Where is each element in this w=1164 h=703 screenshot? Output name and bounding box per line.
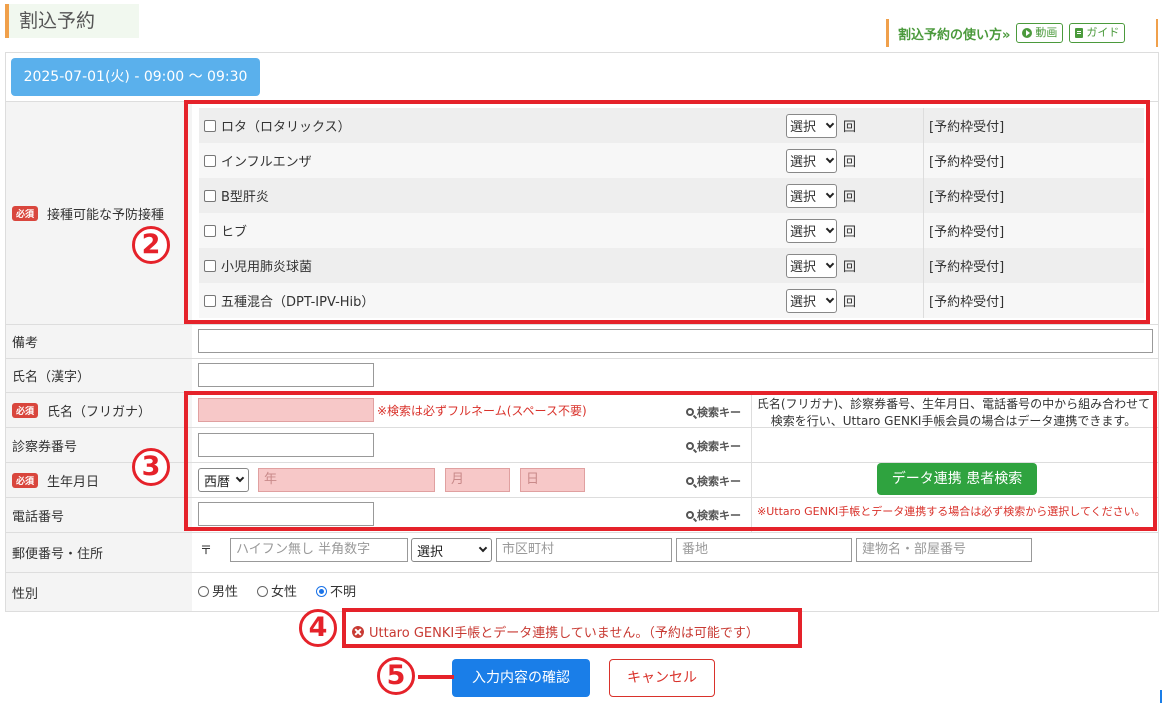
radio-male[interactable]: [198, 586, 209, 597]
name-kanji-label-text: 氏名（漢字）: [12, 370, 91, 385]
slot-datetime-button[interactable]: 2025-07-01(火) - 09:00 〜 09:30: [11, 58, 260, 96]
gender-female-option[interactable]: 女性: [257, 581, 297, 600]
book-icon: [1075, 28, 1084, 38]
birthdate-label-text: 生年月日: [47, 474, 100, 490]
annotation-number-4: 4: [299, 609, 337, 647]
address-label: 郵便番号・住所: [6, 533, 192, 572]
gender-label-text: 性別: [12, 586, 39, 602]
annotation-box-4: [342, 608, 802, 648]
cancel-button[interactable]: キャンセル: [609, 659, 715, 697]
gender-female-label: 女性: [271, 585, 298, 600]
video-button-label: 動画: [1035, 26, 1058, 39]
required-badge: 必須: [12, 402, 39, 418]
annotation-number-2: 2: [132, 226, 170, 264]
notes-input[interactable]: [198, 329, 1153, 353]
gender-male-label: 男性: [212, 585, 239, 600]
city-input[interactable]: 市区町村: [496, 538, 672, 562]
phone-label-text: 電話番号: [12, 509, 65, 525]
gender-unknown-option[interactable]: 不明: [316, 581, 356, 600]
address-label-text: 郵便番号・住所: [12, 547, 104, 562]
vaccines-label: 必須 接種可能な予防接種: [6, 102, 192, 324]
annotation-number-5: 5: [377, 657, 415, 695]
required-badge: 必須: [12, 205, 39, 221]
name-kanji-label: 氏名（漢字）: [6, 359, 192, 392]
annotation-number-3: 3: [132, 448, 170, 486]
building-input[interactable]: 建物名・部屋番号: [856, 538, 1032, 562]
card-number-label-text: 診察券番号: [12, 439, 78, 455]
prefecture-select[interactable]: 選択: [411, 538, 492, 562]
usage-guide-link[interactable]: 割込予約の使い方»: [898, 24, 1010, 43]
annotation-box-3: [184, 391, 1157, 531]
name-kana-label-text: 氏名（フリガナ）: [47, 404, 152, 420]
scroll-indicator: [1160, 690, 1162, 703]
name-kanji-input[interactable]: [198, 363, 374, 387]
guide-button-label: ガイド: [1086, 26, 1120, 39]
gender-male-option[interactable]: 男性: [198, 581, 238, 600]
gender-unknown-label: 不明: [330, 585, 357, 600]
phone-label: 電話番号: [6, 498, 192, 532]
gender-label: 性別: [6, 573, 192, 611]
postal-mark: 〒: [200, 543, 213, 557]
annotation-connector: [418, 675, 454, 679]
name-kana-label: 必須 氏名（フリガナ）: [6, 393, 192, 427]
video-button[interactable]: 動画: [1016, 23, 1064, 43]
radio-female[interactable]: [257, 586, 268, 597]
chevron-down-icon: [478, 543, 488, 553]
annotation-box-2: [184, 100, 1150, 324]
notes-label: 備考: [6, 325, 192, 358]
play-icon: [1022, 28, 1033, 38]
guide-button[interactable]: ガイド: [1069, 23, 1126, 43]
prefecture-select-value: 選択: [417, 544, 444, 560]
required-badge: 必須: [12, 472, 39, 488]
page-title: 割込予約: [5, 4, 139, 38]
vaccines-label-text: 接種可能な予防接種: [47, 207, 165, 223]
confirm-button[interactable]: 入力内容の確認: [452, 659, 590, 697]
notes-label-text: 備考: [12, 336, 39, 351]
help-bar: 割込予約の使い方» 動画 ガイド: [886, 19, 1158, 47]
postal-code-input[interactable]: ハイフン無し 半角数字: [230, 538, 408, 562]
radio-unknown[interactable]: [316, 586, 327, 597]
street-input[interactable]: 番地: [676, 538, 852, 562]
